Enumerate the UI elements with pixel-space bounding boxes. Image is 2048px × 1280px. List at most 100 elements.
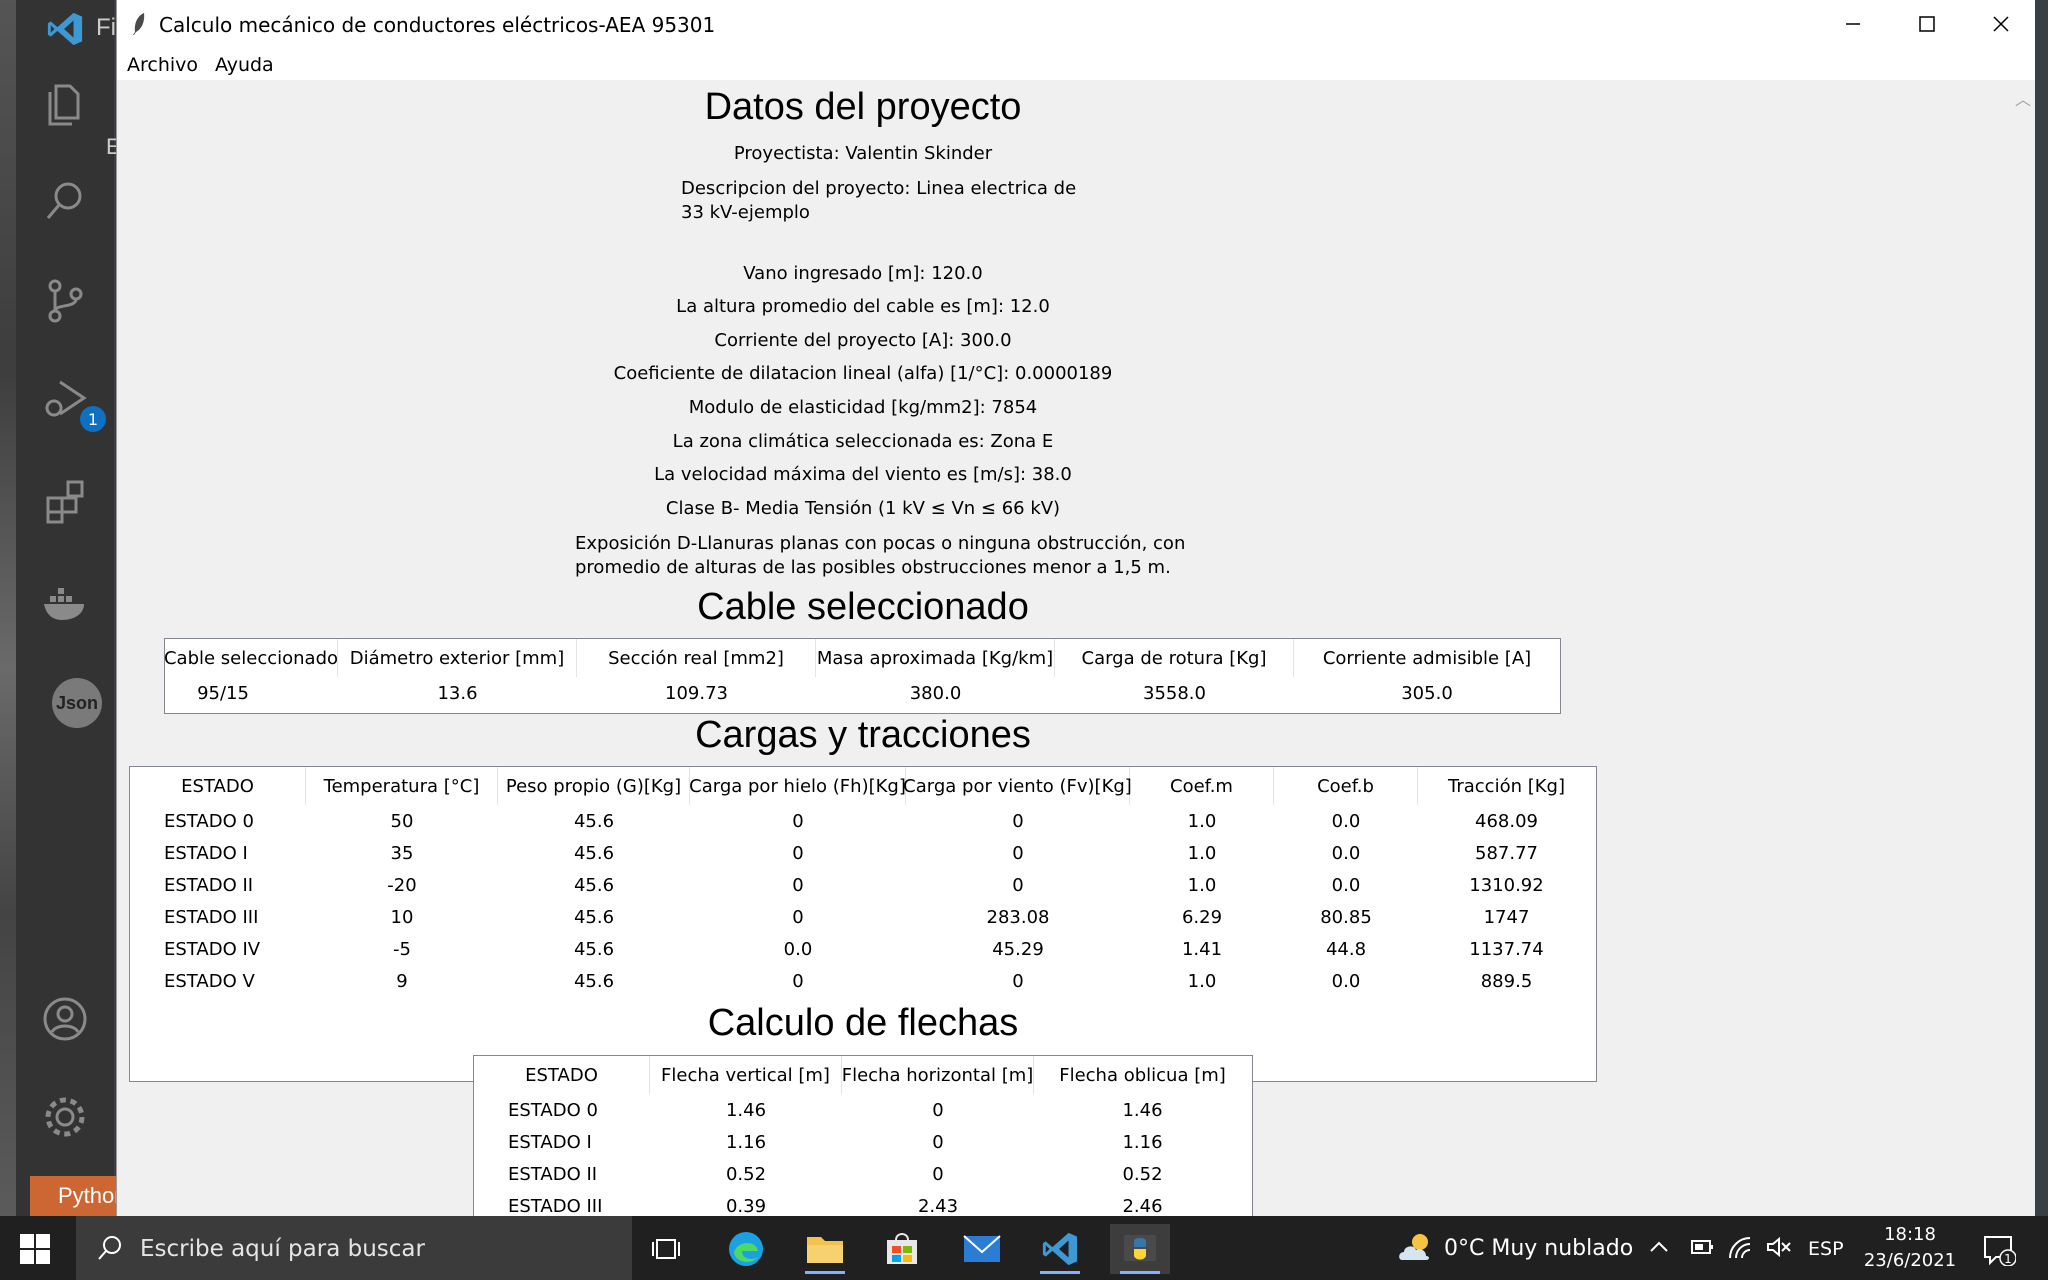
loads-cell[interactable]: 45.6 bbox=[498, 837, 690, 869]
search-placeholder[interactable]: Escribe aquí para buscar bbox=[140, 1236, 425, 1262]
loads-cell[interactable]: 0 bbox=[690, 965, 906, 997]
loads-col-header[interactable]: Coef.b bbox=[1274, 767, 1418, 805]
loads-cell[interactable]: 1.0 bbox=[1130, 805, 1274, 837]
loads-cell[interactable]: 45.6 bbox=[498, 965, 690, 997]
cable-cell[interactable]: 3558.0 bbox=[1055, 677, 1294, 709]
cable-col-header[interactable]: Sección real [mm2] bbox=[577, 639, 816, 677]
cable-cell[interactable]: 13.6 bbox=[338, 677, 577, 709]
loads-cell[interactable]: 1310.92 bbox=[1418, 869, 1595, 901]
cable-col-header[interactable]: Masa aproximada [Kg/km] bbox=[816, 639, 1055, 677]
loads-cell[interactable]: ESTADO V bbox=[130, 965, 306, 997]
cable-cell[interactable]: 109.73 bbox=[577, 677, 816, 709]
docker-icon[interactable] bbox=[38, 576, 92, 630]
table-row[interactable]: ESTADO II 0.52 0 0.52 bbox=[474, 1158, 1252, 1190]
vscode-logo-icon[interactable] bbox=[46, 10, 84, 48]
loads-col-header[interactable]: Peso propio (G)[Kg] bbox=[498, 767, 690, 805]
loads-col-header[interactable]: Temperatura [°C] bbox=[306, 767, 498, 805]
loads-cell[interactable]: 45.29 bbox=[906, 933, 1130, 965]
file-explorer-icon[interactable] bbox=[795, 1224, 855, 1274]
sag-col-header[interactable]: Flecha vertical [m] bbox=[650, 1056, 842, 1094]
scroll-up-arrow-icon[interactable]: ︿ bbox=[2015, 86, 2031, 110]
sag-cell[interactable]: 0 bbox=[842, 1126, 1034, 1158]
loads-cell[interactable]: 10 bbox=[306, 901, 498, 933]
weather-text[interactable]: 0°C Muy nublado bbox=[1444, 1236, 1633, 1261]
cable-col-header[interactable]: Cable seleccionado bbox=[165, 639, 338, 677]
table-row[interactable]: ESTADO IV -5 45.6 0.0 45.29 1.41 44.8 1137.74 bbox=[130, 933, 1596, 965]
clock-date[interactable]: 23/6/2021 bbox=[1850, 1250, 1970, 1271]
store-icon[interactable] bbox=[872, 1224, 932, 1274]
loads-cell[interactable]: 283.08 bbox=[906, 901, 1130, 933]
minimize-button[interactable] bbox=[1817, 0, 1889, 48]
loads-cell[interactable]: 0 bbox=[690, 837, 906, 869]
loads-cell[interactable]: 0.0 bbox=[1274, 837, 1418, 869]
loads-cell[interactable]: 0 bbox=[906, 965, 1130, 997]
loads-col-header[interactable]: Carga por hielo (Fh)[Kg] bbox=[689, 767, 906, 805]
loads-cell[interactable]: ESTADO II bbox=[130, 869, 306, 901]
table-row[interactable]: ESTADO I 35 45.6 0 0 1.0 0.0 587.77 bbox=[130, 837, 1596, 869]
loads-cell[interactable]: 0 bbox=[906, 869, 1130, 901]
accounts-icon[interactable] bbox=[38, 992, 92, 1046]
task-view-icon[interactable] bbox=[636, 1224, 696, 1274]
loads-cell[interactable]: 45.6 bbox=[498, 933, 690, 965]
show-hidden-icons-chevron-icon[interactable] bbox=[1648, 1236, 1670, 1264]
loads-cell[interactable]: 0 bbox=[690, 869, 906, 901]
cable-col-header[interactable]: Carga de rotura [Kg] bbox=[1055, 639, 1294, 677]
table-row[interactable]: ESTADO V 9 45.6 0 0 1.0 0.0 889.5 bbox=[130, 965, 1596, 997]
sag-cell[interactable]: ESTADO III bbox=[474, 1190, 650, 1217]
sag-cell[interactable]: ESTADO I bbox=[474, 1126, 650, 1158]
network-icon[interactable] bbox=[1728, 1236, 1754, 1266]
sag-cell[interactable]: 0 bbox=[842, 1158, 1034, 1190]
table-row[interactable]: ESTADO II -20 45.6 0 0 1.0 0.0 1310.92 bbox=[130, 869, 1596, 901]
sag-cell[interactable]: 0.39 bbox=[650, 1190, 842, 1217]
loads-cell[interactable]: 1747 bbox=[1418, 901, 1595, 933]
python-status-item[interactable]: Python bbox=[30, 1176, 130, 1216]
sag-cell[interactable]: 1.16 bbox=[650, 1126, 842, 1158]
python-app-taskbar-icon[interactable] bbox=[1110, 1224, 1170, 1274]
loads-cell[interactable]: 889.5 bbox=[1418, 965, 1595, 997]
vertical-scrollbar[interactable]: ︿ bbox=[2007, 80, 2035, 1216]
loads-cell[interactable]: 0.0 bbox=[690, 933, 906, 965]
loads-cell[interactable]: 0 bbox=[690, 901, 906, 933]
menu-ayuda[interactable]: Ayuda bbox=[215, 54, 274, 76]
cable-cell[interactable]: 380.0 bbox=[816, 677, 1055, 709]
loads-cell[interactable]: 35 bbox=[306, 837, 498, 869]
loads-cell[interactable]: 0.0 bbox=[1274, 869, 1418, 901]
loads-cell[interactable]: ESTADO IV bbox=[130, 933, 306, 965]
sag-cell[interactable]: ESTADO II bbox=[474, 1158, 650, 1190]
table-row[interactable]: ESTADO III 0.39 2.43 2.46 bbox=[474, 1190, 1252, 1217]
loads-cell[interactable]: 9 bbox=[306, 965, 498, 997]
sag-col-header[interactable]: Flecha oblicua [m] bbox=[1034, 1056, 1251, 1094]
loads-cell[interactable]: 0.0 bbox=[1274, 965, 1418, 997]
loads-cell[interactable]: 587.77 bbox=[1418, 837, 1595, 869]
sag-cell[interactable]: ESTADO 0 bbox=[474, 1094, 650, 1126]
sag-cell[interactable]: 1.16 bbox=[1034, 1126, 1251, 1158]
sag-cell[interactable]: 1.46 bbox=[650, 1094, 842, 1126]
loads-cell[interactable]: 1137.74 bbox=[1418, 933, 1595, 965]
sag-col-header[interactable]: Flecha horizontal [m] bbox=[842, 1056, 1034, 1094]
menu-archivo[interactable]: Archivo bbox=[127, 54, 198, 76]
loads-cell[interactable]: 0 bbox=[690, 805, 906, 837]
title-bar[interactable]: Calculo mecánico de conductores eléctric… bbox=[117, 0, 2035, 50]
table-row[interactable]: ESTADO 0 50 45.6 0 0 1.0 0.0 468.09 bbox=[130, 805, 1596, 837]
loads-cell[interactable]: ESTADO I bbox=[130, 837, 306, 869]
loads-cell[interactable]: ESTADO III bbox=[130, 901, 306, 933]
mail-icon[interactable] bbox=[952, 1224, 1012, 1274]
loads-cell[interactable]: 45.6 bbox=[498, 869, 690, 901]
explorer-icon[interactable] bbox=[38, 76, 92, 130]
loads-cell[interactable]: 80.85 bbox=[1274, 901, 1418, 933]
loads-cell[interactable]: 6.29 bbox=[1130, 901, 1274, 933]
cable-cell[interactable]: 95/15 bbox=[165, 677, 281, 709]
json-extension-icon[interactable]: Json bbox=[52, 678, 102, 728]
sag-cell[interactable]: 2.46 bbox=[1034, 1190, 1251, 1217]
sag-table[interactable]: ESTADO Flecha vertical [m] Flecha horizont… bbox=[473, 1055, 1253, 1216]
notification-center-icon[interactable]: 1 bbox=[1982, 1232, 2016, 1266]
search-icon[interactable] bbox=[38, 174, 92, 228]
cable-cell[interactable]: 305.0 bbox=[1294, 677, 1560, 709]
loads-cell[interactable]: 0 bbox=[906, 837, 1130, 869]
cable-col-header[interactable]: Diámetro exterior [mm] bbox=[338, 639, 577, 677]
table-row[interactable]: ESTADO I 1.16 0 1.16 bbox=[474, 1126, 1252, 1158]
weather-cloud-icon[interactable] bbox=[1396, 1228, 1436, 1268]
input-language[interactable]: ESP bbox=[1808, 1238, 1844, 1260]
windows-start-icon[interactable] bbox=[18, 1232, 52, 1266]
loads-cell[interactable]: -20 bbox=[306, 869, 498, 901]
